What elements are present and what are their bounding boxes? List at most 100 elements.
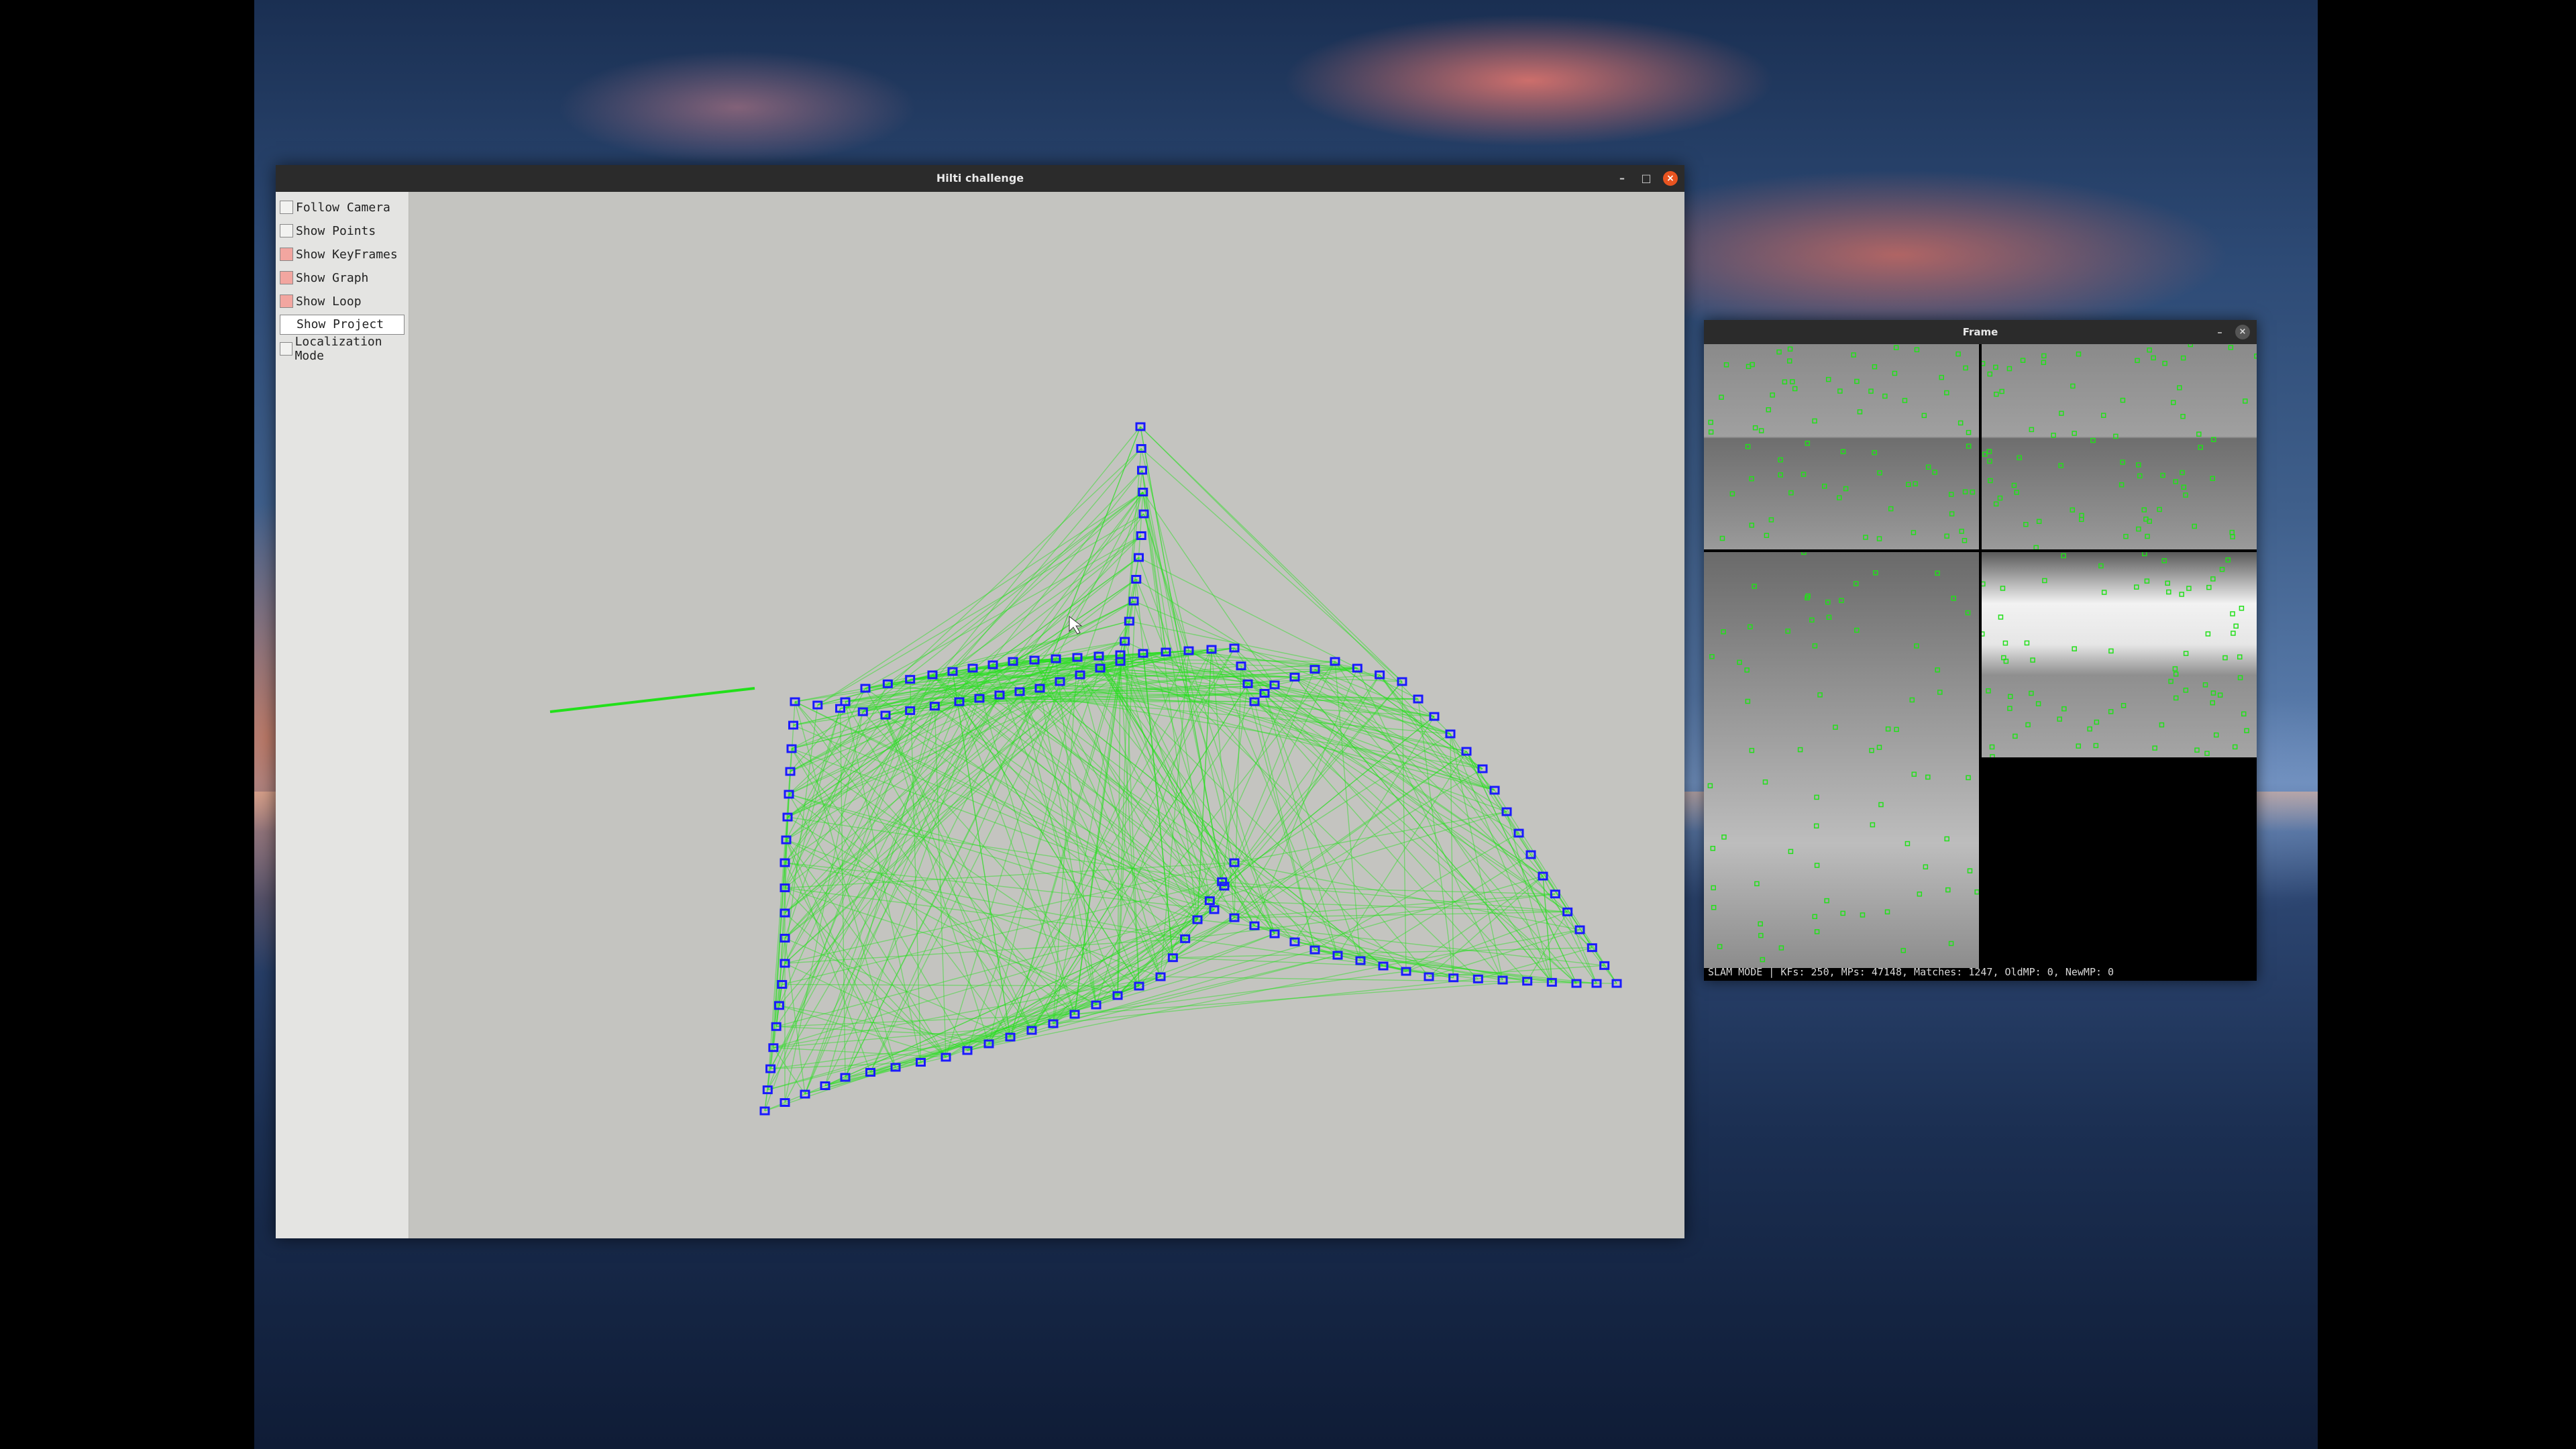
feature-point	[2123, 533, 2129, 539]
follow-camera-box[interactable]	[280, 201, 293, 214]
feature-point	[2210, 576, 2216, 582]
feature-point	[2041, 353, 2047, 359]
feature-point	[2024, 640, 2030, 646]
feature-point	[2162, 360, 2167, 366]
feature-point	[1893, 345, 1899, 350]
feature-point	[1814, 929, 1820, 934]
feature-point	[1854, 378, 1860, 384]
feature-point	[1754, 881, 1760, 887]
show-points-checkbox[interactable]: Show Points	[280, 221, 376, 241]
localization-mode-checkbox[interactable]: Localization Mode	[280, 335, 409, 363]
feature-point	[1758, 921, 1763, 926]
feature-point	[2094, 719, 2100, 725]
feature-point	[1709, 654, 1715, 659]
feature-point	[1752, 425, 1758, 431]
feature-point	[2228, 345, 2234, 350]
feature-point	[1721, 835, 1727, 840]
show-points-box[interactable]	[280, 224, 293, 237]
maximize-button[interactable]: □	[1639, 171, 1654, 186]
frame-close-button[interactable]: ×	[2235, 325, 2250, 339]
show-points-label: Show Points	[296, 223, 376, 238]
feature-point	[2142, 552, 2147, 557]
feature-point	[2196, 431, 2202, 437]
feature-point	[2017, 455, 2022, 461]
feature-point	[1904, 841, 1911, 847]
feature-point	[2183, 651, 2189, 656]
feature-point	[1721, 629, 1726, 635]
frame-minimize-button[interactable]: –	[2212, 325, 2227, 339]
show-keyframes-checkbox[interactable]: Show KeyFrames	[280, 244, 398, 264]
feature-point	[2002, 640, 2008, 646]
covisibility-graph	[764, 426, 1617, 1112]
show-keyframes-box[interactable]	[280, 248, 293, 261]
camera-view-front-right	[1982, 344, 2257, 549]
feature-point	[1962, 537, 1968, 543]
feature-point	[1813, 823, 1819, 828]
feature-point	[1708, 429, 1714, 435]
feature-point	[1951, 596, 1957, 601]
feature-point	[2108, 709, 2114, 714]
feature-point	[1824, 898, 1829, 904]
feature-point	[1801, 472, 1807, 477]
feature-point	[2070, 507, 2076, 513]
feature-point	[2011, 482, 2017, 488]
feature-point	[2237, 675, 2243, 681]
feature-point	[2204, 751, 2210, 756]
feature-point	[1990, 754, 1995, 757]
feature-point	[2213, 732, 2219, 738]
show-graph-box[interactable]	[280, 271, 293, 284]
feature-point	[1752, 584, 1757, 589]
feature-point	[2101, 590, 2107, 595]
show-project-button[interactable]: Show Project	[280, 315, 405, 335]
feature-point	[1770, 392, 1775, 398]
feature-point	[2061, 706, 2067, 712]
feature-point	[1857, 409, 1863, 415]
feature-point	[2160, 472, 2165, 478]
feature-point	[2023, 521, 2029, 527]
localization-mode-box[interactable]	[280, 342, 292, 356]
feature-point	[1817, 692, 1823, 698]
feature-point	[1729, 491, 1735, 496]
show-keyframes-label: Show KeyFrames	[296, 247, 398, 262]
feature-point	[2168, 678, 2174, 684]
feature-point	[1801, 552, 1807, 555]
feature-point	[2254, 354, 2257, 359]
show-loop-checkbox[interactable]: Show Loop	[280, 291, 362, 311]
main-window-titlebar[interactable]: Hilti challenge – □ ×	[276, 165, 1684, 192]
options-panel: Follow Camera Show Points Show KeyFrames…	[276, 192, 409, 1238]
minimize-button[interactable]: –	[1615, 171, 1629, 186]
feature-point	[1885, 726, 1891, 732]
graph-edge	[1450, 733, 1503, 981]
feature-point	[2219, 567, 2225, 572]
map-3d-viewport[interactable]	[409, 192, 1684, 1238]
feature-point	[2144, 578, 2150, 584]
feature-point	[1998, 614, 2004, 620]
feature-point	[2237, 654, 2243, 660]
feature-point	[1959, 529, 1964, 534]
feature-point	[2173, 695, 2179, 701]
feature-point	[1988, 478, 1993, 484]
feature-point	[2180, 470, 2185, 476]
feature-point	[1884, 909, 1890, 915]
feature-point	[2035, 701, 2041, 706]
feature-point	[1872, 364, 1878, 370]
feature-point	[1937, 690, 1943, 695]
feature-point	[2186, 586, 2192, 591]
feature-point	[2244, 728, 2249, 733]
close-button[interactable]: ×	[1663, 171, 1678, 186]
frame-window-titlebar[interactable]: Frame – ×	[1704, 320, 2257, 344]
follow-camera-checkbox[interactable]: Follow Camera	[280, 197, 390, 217]
feature-point	[2233, 623, 2239, 629]
camera-view-front-left	[1704, 344, 1979, 549]
feature-point	[2210, 700, 2216, 706]
graph-edge	[1264, 692, 1577, 984]
slam-map-graph[interactable]	[409, 192, 1684, 1238]
feature-point	[1925, 464, 1931, 470]
feature-point	[2159, 722, 2165, 728]
show-loop-box[interactable]	[280, 294, 293, 308]
feature-point	[1944, 836, 1949, 842]
main-window-controls: – □ ×	[1615, 165, 1678, 192]
feature-point	[2134, 584, 2139, 590]
show-graph-checkbox[interactable]: Show Graph	[280, 268, 368, 288]
feature-point	[1843, 486, 1849, 492]
